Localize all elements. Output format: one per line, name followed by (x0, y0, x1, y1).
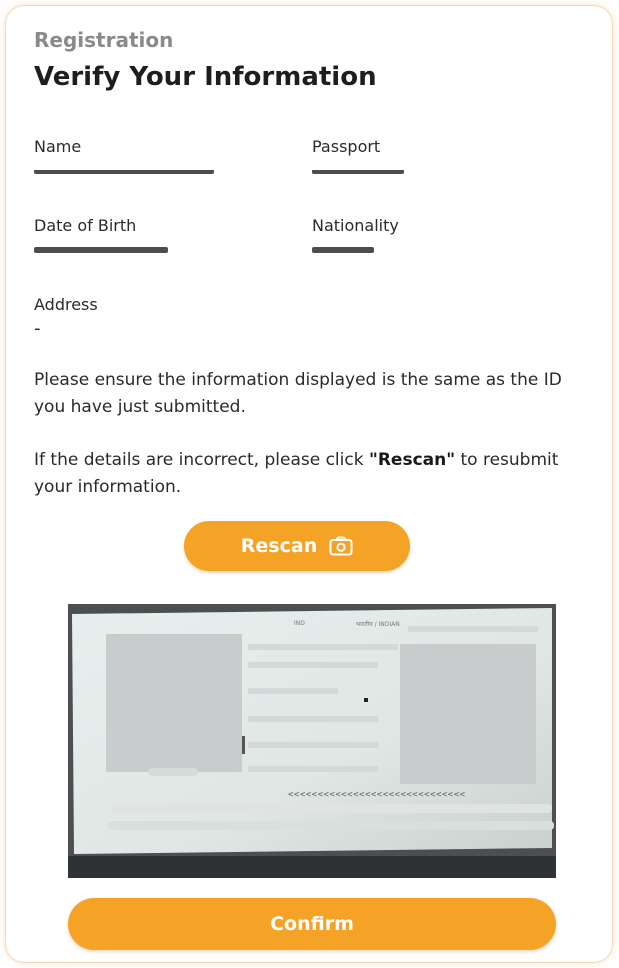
passport-label: Passport (312, 137, 381, 156)
passport-field: Passport (312, 137, 552, 175)
rescan-instruction-keyword: "Rescan" (368, 450, 456, 470)
address-field: Address - (34, 295, 274, 339)
name-label: Name (34, 137, 82, 156)
nationality-label: Nationality (312, 216, 399, 235)
passport-scan-drawing (68, 604, 556, 878)
photo-redaction (106, 634, 242, 772)
nationality-value-redacted (312, 237, 552, 254)
dob-field: Date of Birth (34, 216, 274, 254)
address-value: - (34, 318, 41, 339)
doc-nationality: भारतीय / INDIAN (356, 621, 400, 628)
dob-label: Date of Birth (34, 216, 137, 235)
address-label: Address (34, 295, 98, 314)
rescan-label: Rescan (240, 535, 318, 557)
rescan-instruction: If the details are incorrect, please cli… (34, 447, 594, 501)
camera-icon (329, 536, 353, 556)
name-value-redacted (34, 160, 274, 175)
passport-scan-image: IND भारतीय / INDIAN <<<<<<<<<<<<<<<<<<<<… (68, 604, 556, 878)
notice-text: Please ensure the information displayed … (34, 370, 562, 417)
image-redaction (400, 644, 536, 784)
nationality-field: Nationality (312, 216, 552, 254)
name-field: Name (34, 137, 274, 175)
page-title: Verify Your Information (34, 62, 377, 92)
confirm-button[interactable]: Confirm (68, 898, 556, 950)
doc-mrz: <<<<<<<<<<<<<<<<<<<<<<<<<<<<<< (288, 790, 466, 800)
section-label: Registration (34, 28, 174, 52)
dob-value-redacted (34, 237, 274, 254)
rescan-instruction-text: If the details are incorrect, please cli… (34, 450, 369, 470)
app-frame: Registration Verify Your Information Nam… (6, 6, 612, 962)
doc-code: IND (294, 620, 305, 627)
rescan-button[interactable]: Rescan (184, 521, 410, 571)
passport-value-redacted (312, 160, 552, 175)
